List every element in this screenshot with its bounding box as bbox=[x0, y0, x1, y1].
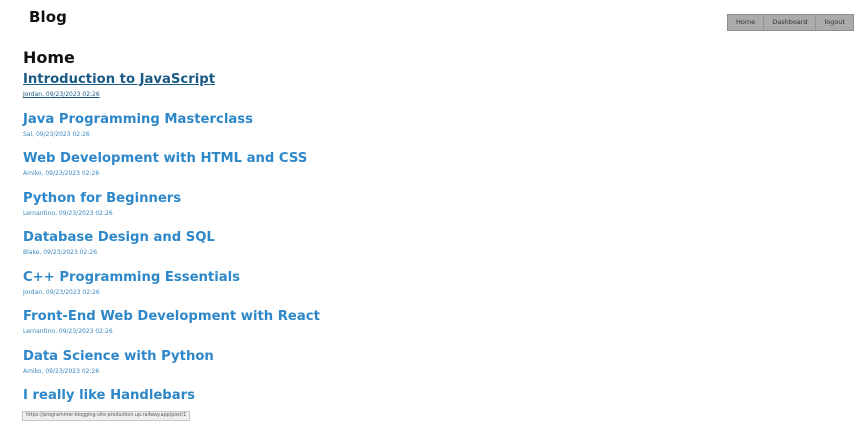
post-item: Introduction to JavaScript Jordan, 09/23… bbox=[23, 70, 723, 110]
post-item: Front-End Web Development with React Ler… bbox=[23, 307, 723, 347]
status-bar-url: https://programmer-blogging-site-product… bbox=[22, 411, 191, 421]
post-title-link[interactable]: I really like Handlebars bbox=[23, 386, 723, 405]
post-meta: Sal, 09/23/2023 02:26 bbox=[23, 130, 90, 138]
post-title-link[interactable]: Introduction to JavaScript bbox=[23, 70, 723, 89]
post-title-link[interactable]: Data Science with Python bbox=[23, 347, 723, 366]
post-title-link[interactable]: C++ Programming Essentials bbox=[23, 268, 723, 287]
top-nav: Home Dashboard logout bbox=[727, 14, 855, 31]
post-meta: Amiko, 09/23/2023 02:26 bbox=[23, 367, 100, 375]
post-meta: Blake, 09/23/2023 02:26 bbox=[23, 249, 98, 256]
post-meta: Jordan, 09/23/2023 02:26 bbox=[23, 91, 100, 98]
post-title-link[interactable]: Java Programming Masterclass bbox=[23, 110, 723, 129]
post-item: C++ Programming Essentials Jordan, 09/23… bbox=[23, 268, 723, 308]
logout-button[interactable]: logout bbox=[816, 15, 854, 30]
post-meta: Amiko, 09/23/2023 02:26 bbox=[23, 170, 100, 177]
post-item: Web Development with HTML and CSS Amiko,… bbox=[23, 149, 723, 189]
post-title-link[interactable]: Web Development with HTML and CSS bbox=[23, 149, 723, 168]
post-meta: Lernantino, 09/23/2023 02:26 bbox=[23, 328, 113, 335]
post-meta: Jordan, 09/23/2023 02:26 bbox=[23, 288, 100, 296]
dashboard-button[interactable]: Dashboard bbox=[764, 15, 817, 30]
post-title-link[interactable]: Database Design and SQL bbox=[23, 228, 723, 247]
page-title: Home bbox=[23, 48, 75, 67]
post-item: Data Science with Python Amiko, 09/23/20… bbox=[23, 347, 723, 387]
post-item: Database Design and SQL Blake, 09/23/202… bbox=[23, 228, 723, 268]
post-title-link[interactable]: Python for Beginners bbox=[23, 189, 723, 208]
post-meta: Lernantino, 09/23/2023 02:26 bbox=[23, 209, 113, 217]
home-button[interactable]: Home bbox=[728, 15, 765, 30]
post-title-link[interactable]: Front-End Web Development with React bbox=[23, 307, 723, 326]
post-list: Introduction to JavaScript Jordan, 09/23… bbox=[23, 70, 723, 426]
post-item: Java Programming Masterclass Sal, 09/23/… bbox=[23, 110, 723, 150]
post-item: Python for Beginners Lernantino, 09/23/2… bbox=[23, 189, 723, 229]
site-title: Blog bbox=[29, 8, 68, 26]
